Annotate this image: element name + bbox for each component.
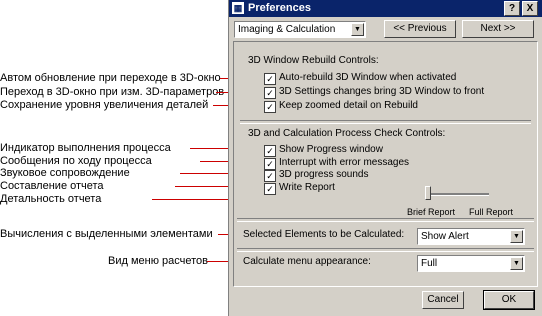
checkbox-show-progress-box[interactable]: ✓ (264, 145, 276, 157)
report-detail-slider-thumb[interactable] (425, 186, 431, 200)
checkbox-progress-sounds-box[interactable]: ✓ (264, 170, 276, 182)
close-button[interactable]: X (522, 1, 538, 16)
slider-min-label: Brief Report (407, 207, 456, 217)
divider (240, 120, 531, 124)
annotation-sounds: Звуковое сопровождение (0, 167, 130, 179)
next-button[interactable]: Next >> (462, 20, 534, 38)
divider (237, 248, 534, 252)
cancel-button[interactable]: Cancel (422, 291, 464, 309)
group-title-process-check: 3D and Calculation Process Check Control… (248, 128, 446, 139)
checkbox-keep-zoom-label: Keep zoomed detail on Rebuild (279, 100, 418, 111)
group-title-3d-rebuild: 3D Window Rebuild Controls: (248, 55, 379, 66)
checkbox-write-report-label: Write Report (279, 182, 335, 193)
window-title: Preferences (248, 2, 311, 14)
chevron-down-icon[interactable]: ▼ (510, 230, 523, 243)
selected-elements-label: Selected Elements to be Calculated: (243, 229, 405, 240)
annotation-selected-calc: Вычисления с выделенными элементами (0, 228, 213, 240)
checkbox-write-report-box[interactable]: ✓ (264, 183, 276, 195)
checkbox-interrupt-errors-label: Interrupt with error messages (279, 157, 410, 168)
checkbox-progress-sounds-label: 3D progress sounds (279, 169, 369, 180)
calc-menu-value: Full (421, 258, 438, 269)
chevron-down-icon[interactable]: ▼ (351, 23, 364, 36)
selected-elements-value: Show Alert (421, 231, 469, 242)
calc-menu-select[interactable]: Full ▼ (417, 255, 525, 272)
checkbox-show-progress-label: Show Progress window (279, 144, 383, 155)
calc-menu-label: Calculate menu appearance: (243, 256, 371, 267)
help-button[interactable]: ? (504, 1, 520, 16)
slider-max-label: Full Report (469, 207, 514, 217)
annotation-auto-rebuild: Автом обновление при переходе в 3D-окно (0, 72, 221, 84)
checkbox-bring-to-front-label: 3D Settings changes bring 3D Window to f… (279, 86, 485, 97)
app-icon: ▦ (232, 2, 244, 14)
annotation-report-detail: Детальность отчета (0, 193, 102, 205)
checkbox-auto-rebuild-label: Auto-rebuild 3D Window when activated (279, 72, 457, 83)
annotation-keep-zoom: Сохранение уровня увеличения деталей (0, 99, 209, 111)
checkbox-auto-rebuild-box[interactable]: ✓ (264, 73, 276, 85)
chevron-down-icon[interactable]: ▼ (510, 257, 523, 270)
annotation-report: Составление отчета (0, 180, 104, 192)
annotation-calc-menu: Вид меню расчетов (108, 255, 208, 267)
page-select-value: Imaging & Calculation (238, 24, 336, 35)
previous-button[interactable]: << Previous (384, 20, 456, 38)
divider (237, 218, 534, 222)
selected-elements-select[interactable]: Show Alert ▼ (417, 228, 525, 245)
checkbox-bring-to-front-box[interactable]: ✓ (264, 87, 276, 99)
title-bar[interactable]: ▦ Preferences ? X (229, 0, 542, 17)
annotation-bring-to-front: Переход в 3D-окно при изм. 3D-параметров (0, 86, 225, 98)
annotation-progress: Индикатор выполнения процесса (0, 142, 171, 154)
preferences-dialog: ▦ Preferences ? X Imaging & Calculation … (228, 0, 542, 316)
checkbox-interrupt-errors-box[interactable]: ✓ (264, 158, 276, 170)
ok-button[interactable]: OK (483, 290, 535, 310)
checkbox-keep-zoom-box[interactable]: ✓ (264, 101, 276, 113)
page-select[interactable]: Imaging & Calculation ▼ (234, 21, 366, 38)
report-detail-slider-track[interactable] (425, 193, 489, 196)
